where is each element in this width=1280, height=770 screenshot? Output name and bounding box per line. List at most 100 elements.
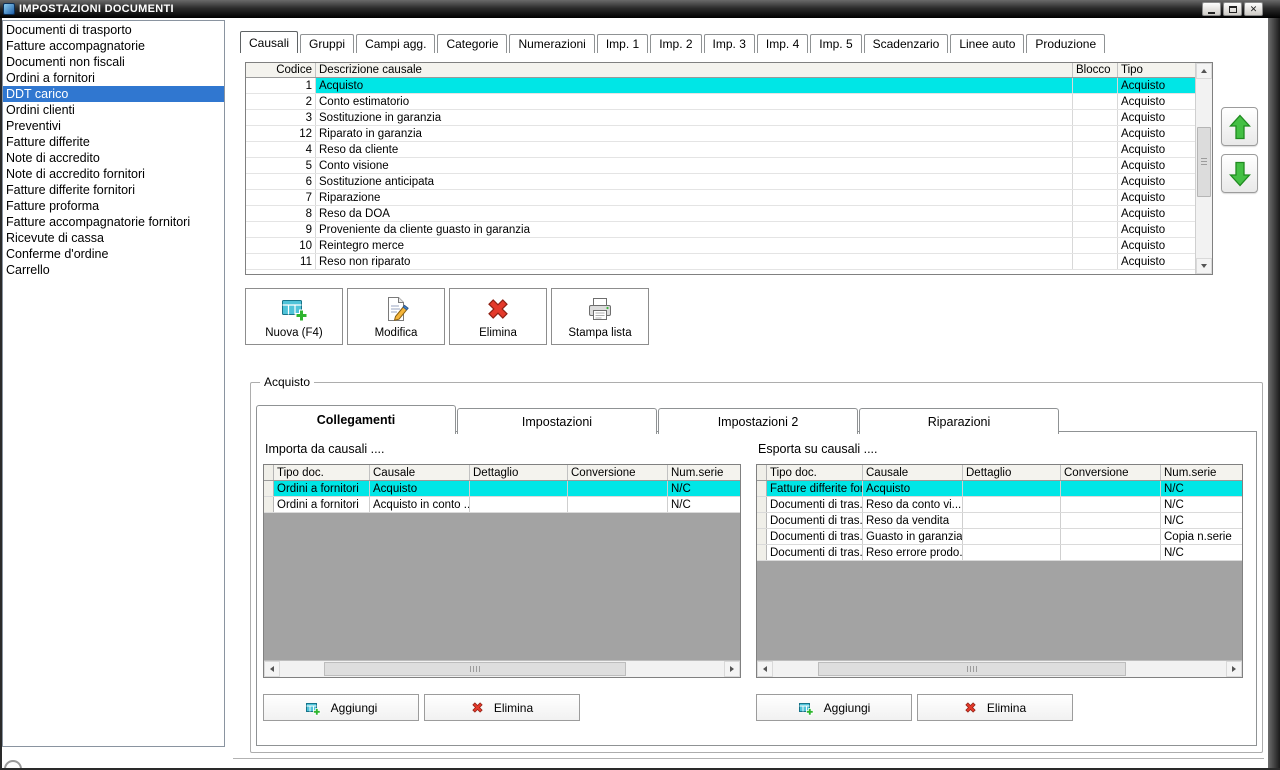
tab-categorie[interactable]: Categorie [437, 34, 508, 53]
table-row[interactable]: 10 Reintegro merce Acquisto [246, 238, 1195, 254]
cell [963, 513, 1061, 528]
detail-tab-collegamenti[interactable]: Collegamenti [256, 405, 456, 435]
table-row[interactable]: 8 Reso da DOA Acquisto [246, 206, 1195, 222]
table-row[interactable]: Documenti di tras... Reso da conto vi... N… [757, 497, 1242, 513]
tab-imp-2[interactable]: Imp. 2 [650, 34, 702, 53]
tab-imp-3[interactable]: Imp. 3 [703, 34, 755, 53]
table-row[interactable]: 2 Conto estimatorio Acquisto [246, 94, 1195, 110]
vertical-scrollbar[interactable] [1195, 63, 1212, 274]
sidebar-item-ordini-clienti[interactable]: Ordini clienti [3, 102, 224, 118]
scroll-thumb[interactable] [324, 662, 627, 676]
sidebar-item-fatture-differite[interactable]: Fatture differite [3, 134, 224, 150]
export-hscrollbar[interactable] [757, 660, 1242, 677]
cell: Documenti di tras... [767, 545, 863, 560]
sidebar-item-documenti-non-fiscali[interactable]: Documenti non fiscali [3, 54, 224, 70]
table-row[interactable]: Documenti di tras... Guasto in garanzia Co… [757, 529, 1242, 545]
sidebar-item-documenti-di-trasporto[interactable]: Documenti di trasporto [3, 22, 224, 38]
tab-numerazioni[interactable]: Numerazioni [509, 34, 595, 53]
tab-produzione[interactable]: Produzione [1026, 34, 1106, 53]
scroll-up-button[interactable] [1196, 63, 1212, 79]
close-button[interactable]: ✕ [1244, 2, 1263, 16]
cell: Reso da DOA [316, 206, 1073, 221]
table-row[interactable]: 3 Sostituzione in garanzia Acquisto [246, 110, 1195, 126]
minimize-button[interactable] [1202, 2, 1221, 16]
move-up-button[interactable] [1221, 107, 1258, 146]
scroll-track[interactable] [773, 661, 1226, 677]
table-row[interactable]: 6 Sostituzione anticipata Acquisto [246, 174, 1195, 190]
new-button[interactable]: Nuova (F4) [245, 288, 343, 345]
cell: 2 [246, 94, 316, 109]
table-row[interactable]: Ordini a fornitori Acquisto N/C [264, 481, 740, 497]
detail-tab-impostazioni[interactable]: Impostazioni [457, 408, 657, 434]
tab-imp-4[interactable]: Imp. 4 [756, 34, 809, 53]
sidebar-item-ricevute-di-cassa[interactable]: Ricevute di cassa [3, 230, 224, 246]
export-delete-button[interactable]: Elimina [917, 694, 1073, 721]
scroll-thumb[interactable] [818, 662, 1127, 676]
arrow-up-icon [1228, 114, 1251, 139]
export-delete-label: Elimina [986, 700, 1027, 715]
edit-button[interactable]: Modifica [347, 288, 445, 345]
cell: Acquisto [1121, 111, 1166, 124]
tab-scadenzario[interactable]: Scadenzario [863, 34, 949, 53]
row-indicator [757, 513, 767, 528]
sidebar-item-note-di-accredito[interactable]: Note di accredito [3, 150, 224, 166]
table-row[interactable]: 11 Reso non riparato Acquisto [246, 254, 1195, 270]
import-delete-button[interactable]: Elimina [424, 694, 580, 721]
table-row[interactable]: Documenti di tras... Reso da vendita N/C [757, 513, 1242, 529]
cell [1073, 110, 1118, 125]
import-add-button[interactable]: Aggiungi [263, 694, 419, 721]
cell: Acquisto [1121, 191, 1166, 204]
table-row[interactable]: 1 Acquisto Acquisto [246, 78, 1195, 94]
scroll-left-button[interactable] [757, 661, 773, 677]
move-down-button[interactable] [1221, 154, 1258, 193]
export-add-button[interactable]: Aggiungi [756, 694, 912, 721]
tab-imp-5[interactable]: Imp. 5 [810, 34, 862, 53]
scroll-right-button[interactable] [724, 661, 740, 677]
scroll-track[interactable] [1196, 79, 1212, 258]
table-row[interactable]: 4 Reso da cliente Acquisto [246, 142, 1195, 158]
cell: N/C [1164, 546, 1184, 559]
cell: Conto visione [316, 158, 1073, 173]
sidebar-item-fatture-differite-fornitori[interactable]: Fatture differite fornitori [3, 182, 224, 198]
table-row[interactable]: 9 Proveniente da cliente guasto in garanz… [246, 222, 1195, 238]
export-header: Tipo doc. Causale Dettaglio Conversione Num.… [757, 465, 1242, 481]
sidebar-item-fatture-accompagnatorie[interactable]: Fatture accompagnatorie [3, 38, 224, 54]
maximize-button[interactable] [1223, 2, 1242, 16]
toolbar: Nuova (F4) Modifica Elimina Stampa lista [245, 288, 649, 345]
scroll-thumb[interactable] [1197, 127, 1211, 197]
cell: 12 [246, 126, 316, 141]
table-row[interactable]: Ordini a fornitori Acquisto in conto ... N… [264, 497, 740, 513]
scroll-right-button[interactable] [1226, 661, 1242, 677]
delete-button[interactable]: Elimina [449, 288, 547, 345]
sidebar-item-note-di-accredito-fornitori[interactable]: Note di accredito fornitori [3, 166, 224, 182]
title-bar: IMPOSTAZIONI DOCUMENTI ✕ [0, 0, 1280, 18]
tab-campi-agg[interactable]: Campi agg. [356, 34, 436, 53]
tab-causali[interactable]: Causali [240, 31, 299, 53]
tab-linee-auto[interactable]: Linee auto [950, 34, 1025, 53]
import-hscrollbar[interactable] [264, 660, 740, 677]
export-panel: Esporta su causali .... Tipo doc. Causale… [756, 438, 1243, 745]
scroll-down-button[interactable] [1196, 258, 1212, 274]
table-row[interactable]: 7 Riparazione Acquisto [246, 190, 1195, 206]
scroll-left-button[interactable] [264, 661, 280, 677]
tab-imp-1[interactable]: Imp. 1 [596, 34, 649, 53]
tab-gruppi[interactable]: Gruppi [300, 34, 355, 53]
sidebar-item-ordini-a-fornitori[interactable]: Ordini a fornitori [3, 70, 224, 86]
table-row[interactable]: 12 Riparato in garanzia Acquisto [246, 126, 1195, 142]
sidebar-item-conferme-d-ordine[interactable]: Conferme d'ordine [3, 246, 224, 262]
detail-tab-impostazioni-2[interactable]: Impostazioni 2 [658, 408, 858, 434]
table-row[interactable]: Documenti di tras... Reso errore prodo...… [757, 545, 1242, 561]
sidebar-item-preventivi[interactable]: Preventivi [3, 118, 224, 134]
sidebar-item-carrello[interactable]: Carrello [3, 262, 224, 278]
print-button[interactable]: Stampa lista [551, 288, 649, 345]
detail-tab-riparazioni[interactable]: Riparazioni [859, 408, 1059, 434]
table-row[interactable]: Fatture differite for... Acquisto N/C [757, 481, 1242, 497]
scroll-track[interactable] [280, 661, 724, 677]
triangle-left-icon [270, 666, 274, 672]
table-row[interactable]: 5 Conto visione Acquisto [246, 158, 1195, 174]
sidebar-item-fatture-accompagnatorie-fornitori[interactable]: Fatture accompagnatorie fornitori [3, 214, 224, 230]
sidebar-item-fatture-proforma[interactable]: Fatture proforma [3, 198, 224, 214]
column-header-causale: Causale [863, 465, 963, 480]
print-icon [589, 297, 611, 320]
sidebar-item-ddt-carico[interactable]: DDT carico [3, 86, 224, 102]
